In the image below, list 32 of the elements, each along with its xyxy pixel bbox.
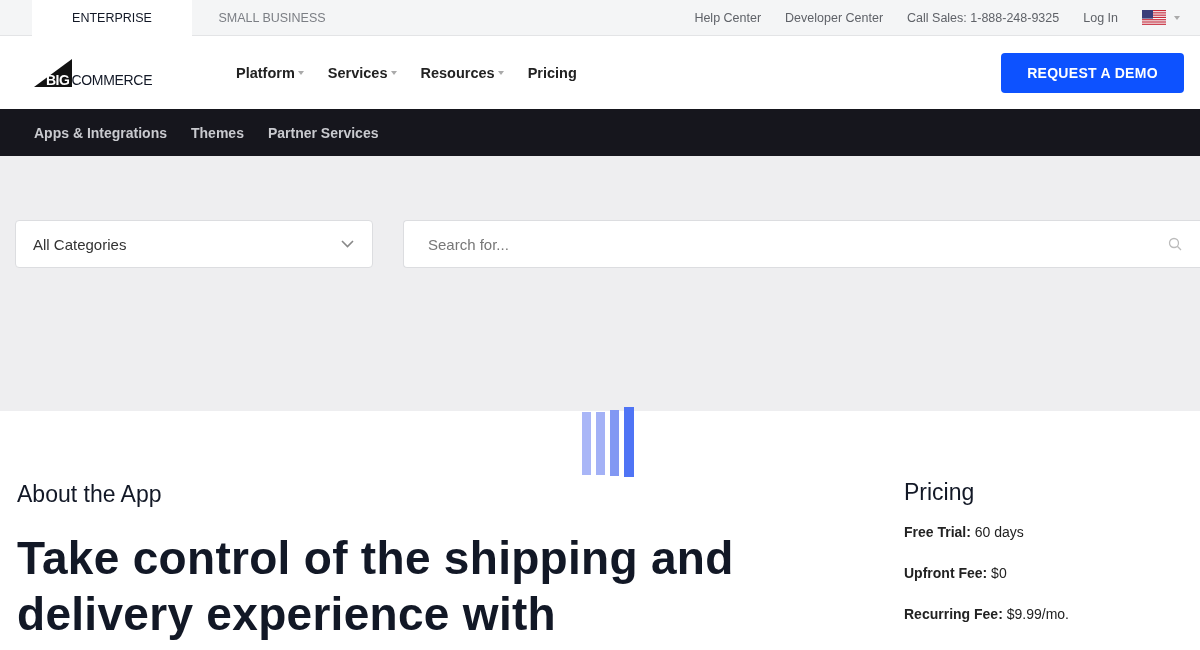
search-field[interactable]: Search for... <box>403 220 1200 268</box>
caret-icon <box>297 70 304 75</box>
segment-tab[interactable]: SMALL BUSINESS <box>192 0 352 35</box>
app-headline: Take control of the shipping and delivery experience with <box>17 531 735 642</box>
chevron-down-icon <box>341 240 354 248</box>
caret-icon <box>497 70 504 75</box>
section-title: About the App <box>17 481 163 508</box>
flag-icon[interactable] <box>1142 9 1166 26</box>
logo-text: COMMERCE <box>71 72 153 87</box>
logo-icon <box>34 58 72 87</box>
nav-item[interactable]: Resources <box>420 64 504 81</box>
request-demo-button[interactable]: REQUEST A DEMO <box>1001 52 1184 93</box>
caret-icon <box>1174 15 1180 20</box>
loading-bars-icon <box>582 407 635 478</box>
pricing-detail: Upfront Fee: $0 <box>904 565 1008 581</box>
utility-link[interactable]: Call Sales: 1-888-248-9325 <box>907 10 1060 25</box>
pricing-title: Pricing <box>904 479 976 506</box>
pricing-detail: Recurring Fee: $9.99/mo. <box>904 606 1069 622</box>
utility-link[interactable]: Log In <box>1083 10 1118 25</box>
utility-link[interactable]: Help Center <box>694 10 762 25</box>
category-select[interactable]: All Categories <box>15 220 373 268</box>
nav-item[interactable]: Platform <box>236 64 304 81</box>
segment-tab[interactable]: ENTERPRISE <box>32 0 192 36</box>
logo-text: BIG <box>46 72 70 87</box>
pricing-detail: Free Trial: 60 days <box>904 524 1025 540</box>
nav-item[interactable]: Pricing <box>527 64 577 81</box>
subnav-link[interactable]: Partner Services <box>267 124 379 141</box>
utility-link[interactable]: Developer Center <box>785 10 884 25</box>
caret-icon <box>390 70 397 75</box>
nav-item[interactable]: Services <box>327 64 397 81</box>
subnav-link[interactable]: Apps & Integrations <box>34 124 167 141</box>
subnav-link[interactable]: Themes <box>191 124 244 141</box>
